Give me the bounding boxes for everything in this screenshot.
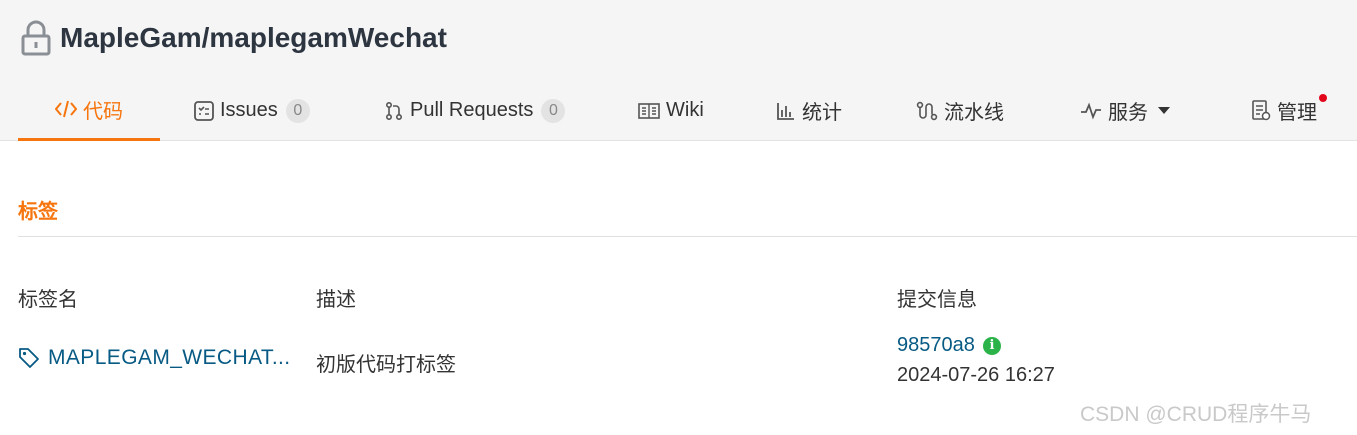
tab-code[interactable]: 代码 (18, 80, 160, 141)
info-icon[interactable]: i (983, 337, 1001, 355)
tab-manage[interactable]: 管理 (1251, 80, 1327, 141)
column-header-tag-name: 标签名 (18, 289, 78, 311)
tab-stats[interactable]: 统计 (776, 80, 842, 141)
service-icon (1081, 101, 1101, 120)
tab-issues[interactable]: Issues 0 (194, 80, 310, 141)
tab-manage-label: 管理 (1277, 102, 1317, 124)
pipeline-icon (916, 101, 938, 120)
stats-icon (777, 102, 794, 120)
tag-name: MAPLEGAM_WECHAT... (48, 346, 291, 369)
section-title: 标签 (18, 201, 58, 223)
divider (18, 236, 1357, 237)
notification-dot (1319, 94, 1327, 102)
tab-pipeline-label: 流水线 (944, 102, 1004, 124)
tab-pull-requests[interactable]: Pull Requests 0 (384, 80, 566, 141)
repo-title: MapleGam/maplegamWechat (20, 18, 447, 58)
repo-name[interactable]: MapleGam/maplegamWechat (60, 22, 447, 54)
tab-pipeline[interactable]: 流水线 (916, 80, 1004, 141)
issues-count-badge: 0 (285, 98, 310, 123)
pull-requests-count-badge: 0 (541, 98, 566, 123)
tab-service-label: 服务 (1108, 102, 1148, 124)
repo-header: MapleGam/maplegamWechat 代码 Issues 0 Pull… (0, 0, 1357, 141)
tab-wiki[interactable]: Wiki (638, 80, 704, 141)
watermark: CSDN @CRUD程序牛马 (1080, 403, 1312, 426)
code-icon (55, 100, 77, 118)
tab-issues-label: Issues (220, 99, 278, 121)
column-header-commit-info: 提交信息 (897, 289, 977, 311)
wiki-icon (638, 102, 660, 119)
manage-icon (1252, 99, 1271, 120)
tab-pull-requests-label: Pull Requests (410, 99, 534, 121)
tab-service[interactable]: 服务 (1080, 80, 1170, 141)
tab-code-label: 代码 (83, 100, 123, 123)
tab-stats-label: 统计 (802, 102, 842, 124)
issues-icon (194, 100, 214, 121)
tab-wiki-label: Wiki (666, 99, 704, 121)
tag-icon (19, 348, 39, 368)
commit-hash-link[interactable]: 98570a8 (897, 334, 975, 357)
lock-icon (21, 20, 51, 56)
commit-date: 2024-07-26 16:27 (897, 364, 1055, 386)
tag-link[interactable]: MAPLEGAM_WECHAT... (18, 346, 291, 370)
chevron-down-icon (1158, 107, 1170, 114)
tag-description: 初版代码打标签 (316, 354, 456, 376)
column-header-description: 描述 (316, 289, 356, 311)
pull-request-icon (385, 101, 403, 120)
